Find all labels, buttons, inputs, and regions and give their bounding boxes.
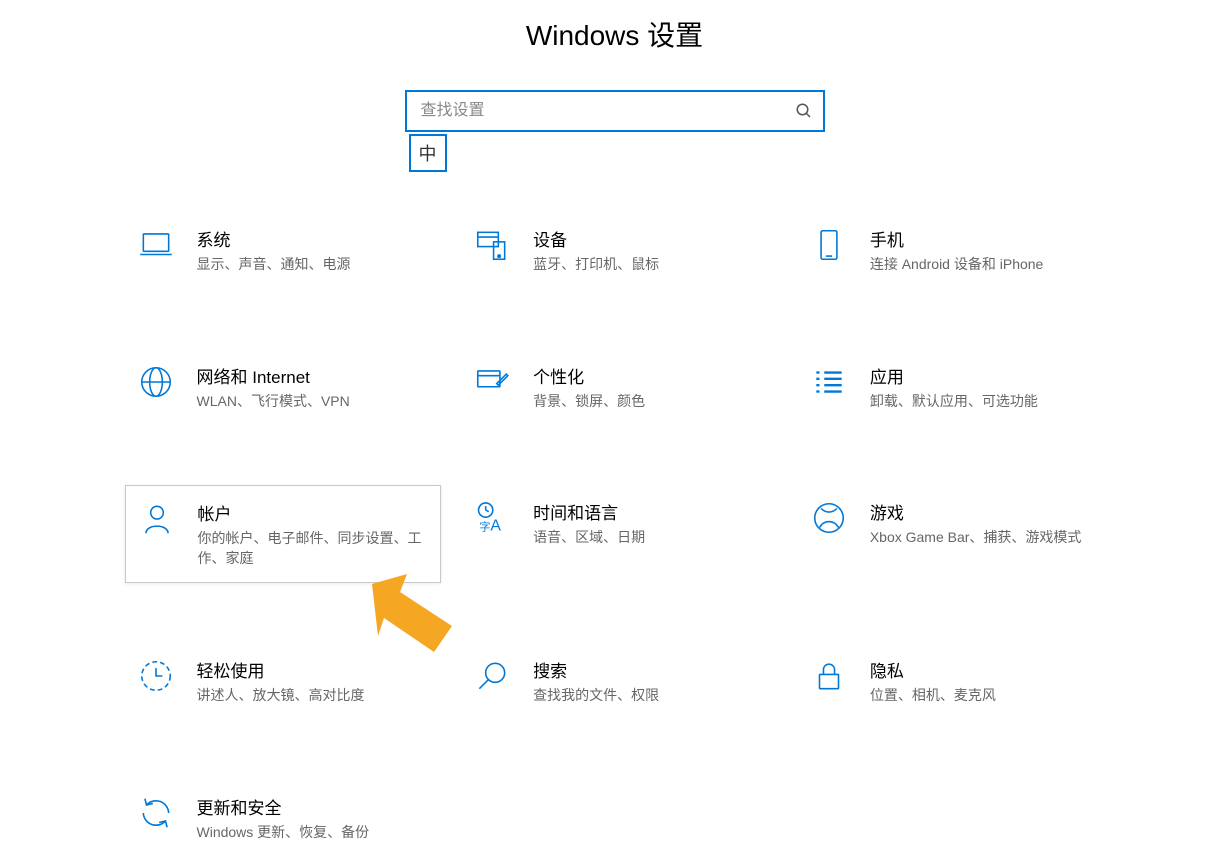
list-icon (810, 363, 848, 401)
sync-icon (137, 794, 175, 832)
tile-desc: WLAN、飞行模式、VPN (197, 392, 430, 412)
tile-desc: 你的帐户、电子邮件、同步设置、工作、家庭 (198, 529, 429, 568)
page-title: Windows 设置 (0, 14, 1229, 54)
tile-title: 时间和语言 (533, 499, 766, 524)
tile-text: 隐私 位置、相机、麦克风 (870, 657, 1103, 706)
tile-phone[interactable]: 手机 连接 Android 设备和 iPhone (798, 212, 1115, 289)
tile-title: 搜索 (533, 657, 766, 682)
settings-grid: 系统 显示、声音、通知、电源 设备 蓝牙、打印机、鼠标 手机 (115, 212, 1115, 857)
tile-update-security[interactable]: 更新和安全 Windows 更新、恢复、备份 (125, 780, 442, 857)
globe-icon (137, 363, 175, 401)
tile-title: 轻松使用 (197, 657, 430, 682)
tile-title: 隐私 (870, 657, 1103, 682)
paint-icon (473, 363, 511, 401)
tile-ease-of-access[interactable]: 轻松使用 讲述人、放大镜、高对比度 (125, 643, 442, 720)
tile-text: 个性化 背景、锁屏、颜色 (533, 363, 766, 412)
tile-apps[interactable]: 应用 卸载、默认应用、可选功能 (798, 349, 1115, 426)
search-box[interactable]: 中 (405, 90, 825, 132)
tile-search[interactable]: 搜索 查找我的文件、权限 (461, 643, 778, 720)
tile-system[interactable]: 系统 显示、声音、通知、电源 (125, 212, 442, 289)
tile-privacy[interactable]: 隐私 位置、相机、麦克风 (798, 643, 1115, 720)
tile-network[interactable]: 网络和 Internet WLAN、飞行模式、VPN (125, 349, 442, 426)
tile-desc: 语音、区域、日期 (533, 528, 766, 548)
tile-text: 网络和 Internet WLAN、飞行模式、VPN (197, 363, 430, 412)
svg-text:A: A (491, 518, 502, 535)
tile-accounts[interactable]: 帐户 你的帐户、电子邮件、同步设置、工作、家庭 (125, 485, 442, 583)
ease-icon (137, 657, 175, 695)
tile-text: 应用 卸载、默认应用、可选功能 (870, 363, 1103, 412)
tile-title: 个性化 (533, 363, 766, 388)
tile-text: 设备 蓝牙、打印机、鼠标 (533, 226, 766, 275)
svg-text:字: 字 (479, 520, 490, 534)
tile-text: 搜索 查找我的文件、权限 (533, 657, 766, 706)
tile-text: 时间和语言 语音、区域、日期 (533, 499, 766, 548)
tile-desc: 蓝牙、打印机、鼠标 (533, 255, 766, 275)
tile-desc: 背景、锁屏、颜色 (533, 392, 766, 412)
tile-desc: 讲述人、放大镜、高对比度 (197, 686, 430, 706)
tile-desc: 卸载、默认应用、可选功能 (870, 392, 1103, 412)
tile-personalize[interactable]: 个性化 背景、锁屏、颜色 (461, 349, 778, 426)
tile-title: 设备 (533, 226, 766, 251)
tile-title: 帐户 (198, 500, 429, 525)
ime-indicator[interactable]: 中 (409, 134, 447, 172)
tile-title: 手机 (870, 226, 1103, 251)
phone-icon (810, 226, 848, 264)
tile-desc: 位置、相机、麦克风 (870, 686, 1103, 706)
magnify-icon (473, 657, 511, 695)
time-language-icon: A 字 (473, 499, 511, 537)
tile-title: 系统 (197, 226, 430, 251)
tile-text: 系统 显示、声音、通知、电源 (197, 226, 430, 275)
tile-title: 游戏 (870, 499, 1103, 524)
tile-title: 网络和 Internet (197, 363, 430, 388)
tile-desc: Windows 更新、恢复、备份 (197, 823, 430, 843)
tile-text: 游戏 Xbox Game Bar、捕获、游戏模式 (870, 499, 1103, 548)
tile-time-language[interactable]: A 字 时间和语言 语音、区域、日期 (461, 485, 778, 583)
tile-title: 应用 (870, 363, 1103, 388)
devices-icon (473, 226, 511, 264)
tile-text: 帐户 你的帐户、电子邮件、同步设置、工作、家庭 (198, 500, 429, 568)
xbox-icon (810, 499, 848, 537)
search-icon (795, 102, 813, 120)
tile-devices[interactable]: 设备 蓝牙、打印机、鼠标 (461, 212, 778, 289)
person-icon (138, 500, 176, 538)
tile-desc: 连接 Android 设备和 iPhone (870, 255, 1103, 275)
laptop-icon (137, 226, 175, 264)
tile-text: 更新和安全 Windows 更新、恢复、备份 (197, 794, 430, 843)
tile-text: 手机 连接 Android 设备和 iPhone (870, 226, 1103, 275)
lock-icon (810, 657, 848, 695)
tile-text: 轻松使用 讲述人、放大镜、高对比度 (197, 657, 430, 706)
tile-desc: Xbox Game Bar、捕获、游戏模式 (870, 528, 1103, 548)
tile-desc: 查找我的文件、权限 (533, 686, 766, 706)
tile-desc: 显示、声音、通知、电源 (197, 255, 430, 275)
search-input[interactable] (405, 90, 825, 132)
tile-title: 更新和安全 (197, 794, 430, 819)
tile-gaming[interactable]: 游戏 Xbox Game Bar、捕获、游戏模式 (798, 485, 1115, 583)
